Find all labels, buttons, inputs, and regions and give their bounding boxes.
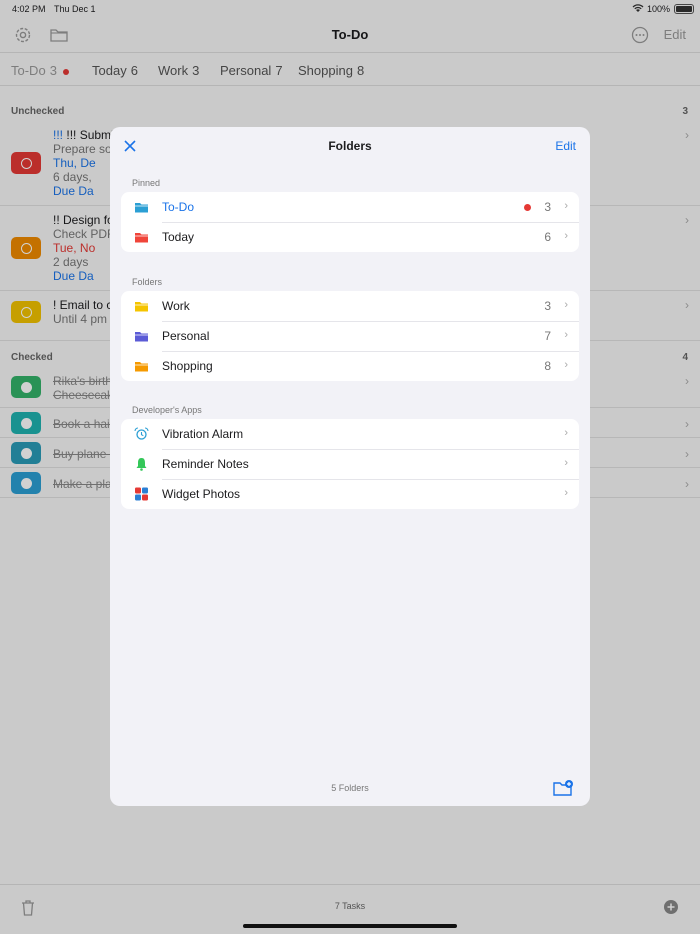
app-row-widget-photos[interactable]: Widget Photos ›: [121, 479, 579, 509]
app-label: Widget Photos: [162, 487, 241, 501]
folder-label: To-Do: [162, 200, 195, 214]
chevron-right-icon: ›: [564, 329, 568, 341]
chevron-right-icon: ›: [564, 359, 568, 371]
home-indicator: [243, 924, 457, 928]
folders-label: Folders: [132, 277, 163, 287]
bell-icon: [136, 458, 147, 471]
app-label: Reminder Notes: [162, 457, 249, 471]
folder-count: 3: [544, 200, 551, 214]
folder-row-work[interactable]: Work 3 ›: [121, 291, 579, 321]
folder-row-to-do[interactable]: To-Do 3 ›: [121, 192, 579, 222]
folder-count: 8: [544, 359, 551, 373]
modal-edit-button[interactable]: Edit: [555, 139, 576, 153]
modal-title: Folders: [328, 139, 372, 153]
folder-icon: [135, 233, 148, 243]
folders-modal: Folders Edit Pinned To-Do 3 › Today 6 › …: [110, 127, 590, 806]
new-folder-icon[interactable]: [552, 779, 574, 797]
chevron-right-icon: ›: [564, 299, 568, 311]
folder-label: Work: [162, 299, 190, 313]
folder-count: 7: [544, 329, 551, 343]
chevron-right-icon: ›: [564, 427, 568, 439]
apps-group: Vibration Alarm › Reminder Notes › Widge…: [121, 419, 579, 509]
folder-label: Today: [162, 230, 195, 244]
folder-icon: [135, 362, 148, 372]
chevron-right-icon: ›: [564, 200, 568, 212]
pinned-label: Pinned: [132, 178, 161, 188]
modal-footer: 5 Folders: [110, 772, 590, 806]
folder-icon: [135, 332, 148, 342]
chevron-right-icon: ›: [564, 457, 568, 469]
folder-icon: [135, 302, 148, 312]
folder-row-today[interactable]: Today 6 ›: [121, 222, 579, 252]
folder-label: Shopping: [162, 359, 213, 373]
folder-count: 3: [544, 299, 551, 313]
app-label: Vibration Alarm: [162, 427, 244, 441]
modal-header: Folders Edit: [110, 127, 590, 165]
unread-dot: [524, 204, 531, 211]
folder-count: 6: [544, 230, 551, 244]
folder-label: Personal: [162, 329, 210, 343]
folder-count-label: 5 Folders: [331, 783, 369, 793]
app-row-reminder-notes[interactable]: Reminder Notes ›: [121, 449, 579, 479]
chevron-right-icon: ›: [564, 230, 568, 242]
app-row-vibration-alarm[interactable]: Vibration Alarm ›: [121, 419, 579, 449]
folder-row-shopping[interactable]: Shopping 8 ›: [121, 351, 579, 381]
apps-label: Developer's Apps: [132, 405, 202, 415]
folder-icon: [135, 203, 148, 213]
folders-group: Work 3 › Personal 7 › Shopping 8 ›: [121, 291, 579, 381]
chevron-right-icon: ›: [564, 487, 568, 499]
folder-row-personal[interactable]: Personal 7 ›: [121, 321, 579, 351]
pinned-group: To-Do 3 › Today 6 ›: [121, 192, 579, 252]
alarm-clock-icon: [134, 427, 149, 440]
widget-grid-icon: [135, 487, 148, 501]
